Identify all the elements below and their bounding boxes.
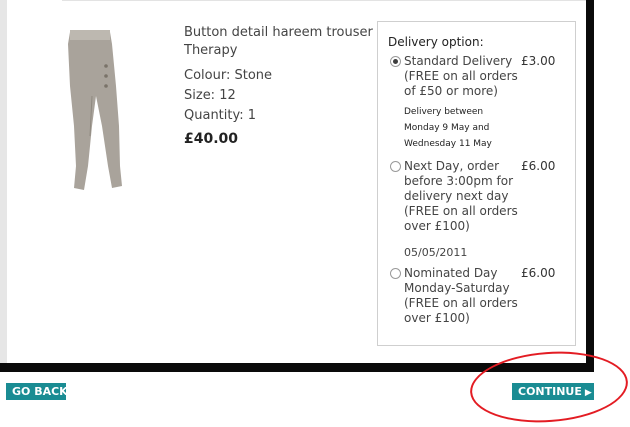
radio-nominated-day[interactable] [390,268,401,279]
product-price: £40.00 [184,131,239,147]
option-standard-label[interactable]: Standard Delivery (FREE on all orders of… [404,54,524,99]
radio-next-day[interactable] [390,161,401,172]
option-standard-price: £3.00 [521,54,556,68]
product-size: Size: 12 [184,88,236,103]
go-back-button[interactable]: GO BACK [6,383,68,400]
delivery-heading: Delivery option: [388,35,484,49]
go-back-label: GO BACK [12,385,68,398]
panel-shadow-right [586,0,594,372]
option-next-day-date: 05/05/2011 [404,246,468,259]
radio-standard-delivery[interactable] [390,56,401,67]
trouser-product-image [68,30,122,190]
product-brand: Therapy [184,43,238,58]
button-detail [104,74,108,78]
button-detail [104,64,108,68]
panel-left-edge [0,0,7,372]
option-standard-delivery-window: Delivery between Monday 9 May and Wednes… [404,107,492,149]
option-next-day-label[interactable]: Next Day, order before 3:00pm for delive… [404,159,524,234]
button-detail [104,84,108,88]
product-quantity: Quantity: 1 [184,108,257,123]
option-nominated-day-label[interactable]: Nominated Day Monday-Saturday (FREE on a… [404,266,524,326]
product-name[interactable]: Button detail hareem trouser [184,24,373,42]
panel-top-edge [62,0,592,11]
option-next-day-price: £6.00 [521,159,556,173]
option-nominated-day-price: £6.00 [521,266,556,280]
product-colour: Colour: Stone [184,68,273,83]
